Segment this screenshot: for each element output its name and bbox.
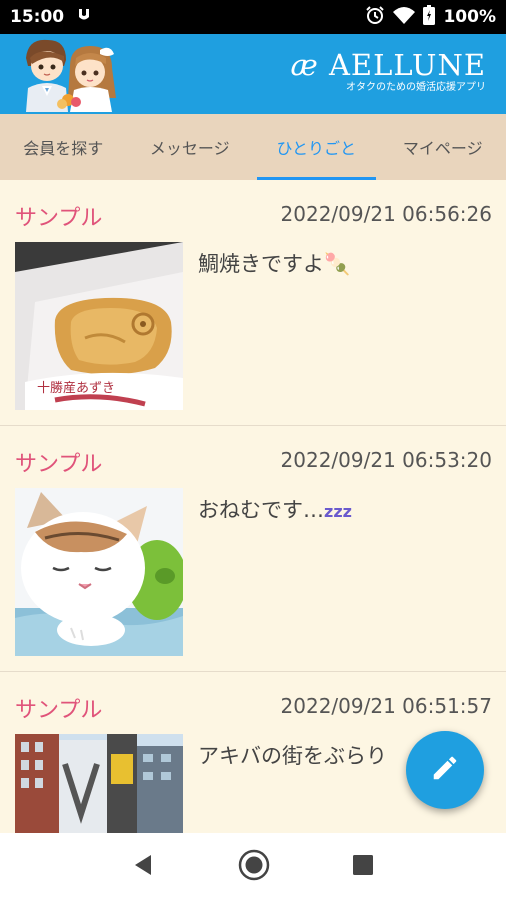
system-nav-bar	[0, 833, 506, 900]
post-timestamp: 2022/09/21 06:53:20	[280, 448, 492, 472]
notification-icon	[76, 7, 92, 28]
post-username[interactable]: サンプル	[15, 200, 102, 232]
app-header: æ AELLUNE オタクのための婚活応援アプリ	[0, 34, 506, 114]
tab-monologue[interactable]: ひとりごと	[253, 114, 380, 180]
tab-messages[interactable]: メッセージ	[127, 114, 254, 180]
wifi-icon	[393, 6, 416, 29]
post-username[interactable]: サンプル	[15, 692, 102, 724]
city-photo[interactable]	[15, 734, 183, 833]
brand: æ AELLUNE オタクのための婚活応援アプリ	[290, 48, 486, 94]
pencil-icon	[430, 753, 460, 787]
post-text-body: おねむです…	[198, 498, 324, 522]
brand-mark: æ	[290, 48, 319, 82]
compose-button[interactable]	[406, 731, 484, 809]
post-timestamp: 2022/09/21 06:51:57	[280, 694, 492, 718]
post-text: 鯛焼きですよ🍡	[198, 252, 351, 276]
post-text: アキバの街をぶらり	[198, 744, 387, 768]
zzz-emoji: zzz	[324, 502, 352, 521]
svg-text:十勝産あずき: 十勝産あずき	[37, 380, 115, 396]
brand-title: AELLUNE	[328, 48, 486, 82]
home-icon[interactable]	[238, 849, 270, 885]
post-item[interactable]: サンプル 2022/09/21 06:53:20 おねむです…zzz	[0, 426, 506, 672]
status-bar: 15:00 100%	[0, 0, 506, 34]
post-username[interactable]: サンプル	[15, 446, 102, 478]
taiyaki-photo[interactable]: 十勝産あずき	[15, 242, 183, 410]
brand-name: æ AELLUNE	[290, 48, 486, 82]
tab-search-members[interactable]: 会員を探す	[0, 114, 127, 180]
battery-percent: 100%	[443, 7, 496, 27]
back-icon[interactable]	[131, 852, 157, 882]
brand-tagline: オタクのための婚活応援アプリ	[346, 82, 486, 93]
recents-icon[interactable]	[351, 853, 375, 881]
battery-icon	[423, 4, 436, 30]
tab-bar: 会員を探す メッセージ ひとりごと マイページ	[0, 114, 506, 180]
post-text: おねむです…zzz	[198, 494, 352, 524]
cat-photo[interactable]	[15, 488, 183, 656]
couple-logo-illustration	[20, 36, 120, 112]
status-time: 15:00	[10, 7, 65, 27]
tab-my-page[interactable]: マイページ	[380, 114, 506, 180]
post-timestamp: 2022/09/21 06:56:26	[280, 202, 492, 226]
alarm-icon	[365, 5, 385, 30]
post-item[interactable]: サンプル 2022/09/21 06:56:26 十勝産あずき 鯛焼きですよ🍡	[0, 180, 506, 426]
